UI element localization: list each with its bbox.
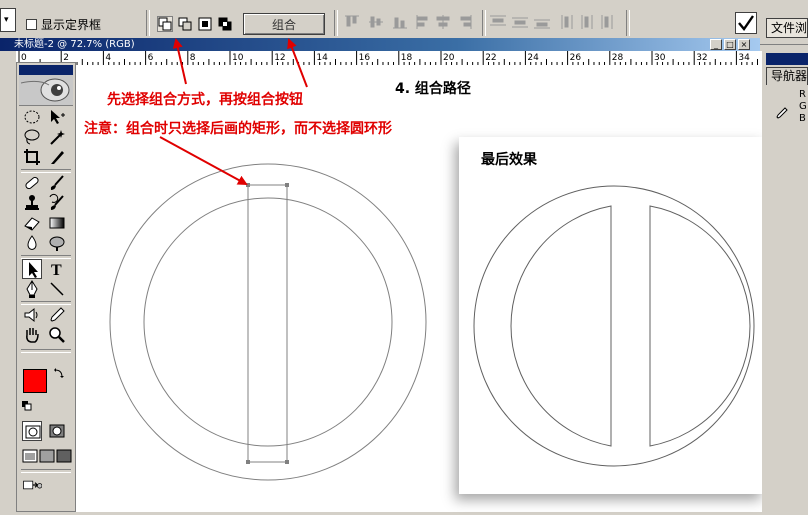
type-tool-icon[interactable]: T: [47, 259, 67, 279]
photoshop-eye-logo[interactable]: [19, 75, 73, 106]
dodge-tool-icon[interactable]: [47, 233, 67, 253]
svg-text:T: T: [51, 262, 62, 279]
eyedropper-info-icon: [776, 107, 788, 122]
gradient-tool-icon[interactable]: [47, 213, 67, 233]
result-shape-layer: [473, 185, 755, 467]
crop-tool-icon[interactable]: [22, 147, 42, 167]
swap-colors-icon[interactable]: [53, 367, 65, 382]
move-tool-icon[interactable]: [47, 107, 67, 127]
lasso-tool-icon[interactable]: [22, 127, 42, 147]
toolbox-title-bar[interactable]: [19, 65, 73, 75]
full-screen-mode-icon[interactable]: [54, 446, 74, 466]
notes-tool-icon[interactable]: [22, 305, 42, 325]
standard-mode-icon[interactable]: [22, 421, 42, 441]
step-title: 4. 组合路径: [395, 81, 471, 97]
toolbox-separator: [21, 469, 71, 473]
jump-to-imageready-icon[interactable]: [22, 475, 48, 495]
pen-tool-icon[interactable]: [22, 279, 42, 299]
foreground-color-swatch[interactable]: [23, 369, 47, 393]
magic-wand-icon[interactable]: [47, 127, 67, 147]
path-selection-tool-icon[interactable]: [22, 259, 42, 279]
quick-mask-mode-icon[interactable]: [47, 421, 67, 441]
navigator-tab[interactable]: 导航器: [766, 67, 808, 85]
result-title: 最后效果: [481, 152, 537, 168]
slice-tool-icon[interactable]: [47, 147, 67, 167]
brush-tool-icon[interactable]: [47, 173, 67, 193]
line-tool-icon[interactable]: [47, 279, 67, 299]
blur-tool-icon[interactable]: [22, 233, 42, 253]
palette-dock: 导航器 R G B: [762, 51, 808, 512]
healing-brush-icon[interactable]: [22, 173, 42, 193]
note-annotation: 注意：组合时只选择后画的矩形，而不选择圆环形: [84, 121, 392, 137]
toolbox-separator: [21, 349, 71, 353]
palette-title-bar[interactable]: [766, 53, 808, 65]
eraser-tool-icon[interactable]: [22, 213, 42, 233]
instruction-annotation: 先选择组合方式，再按组合按钮: [107, 92, 303, 108]
result-left-half-ring: [510, 205, 612, 447]
result-right-half-ring: [649, 205, 751, 447]
zoom-tool-icon[interactable]: [47, 325, 67, 345]
default-colors-icon[interactable]: [22, 400, 32, 414]
info-b-label: B: [799, 113, 806, 124]
result-outer-circle: [473, 185, 755, 467]
history-brush-icon[interactable]: [47, 193, 67, 213]
marquee-tool-icon[interactable]: [22, 107, 42, 127]
clone-stamp-icon[interactable]: [22, 193, 42, 213]
info-r-label: R: [799, 89, 806, 100]
eyedropper-tool-icon[interactable]: [47, 305, 67, 325]
toolbox-panel: T: [16, 62, 76, 512]
info-g-label: G: [799, 101, 807, 112]
hand-tool-icon[interactable]: [22, 325, 42, 345]
